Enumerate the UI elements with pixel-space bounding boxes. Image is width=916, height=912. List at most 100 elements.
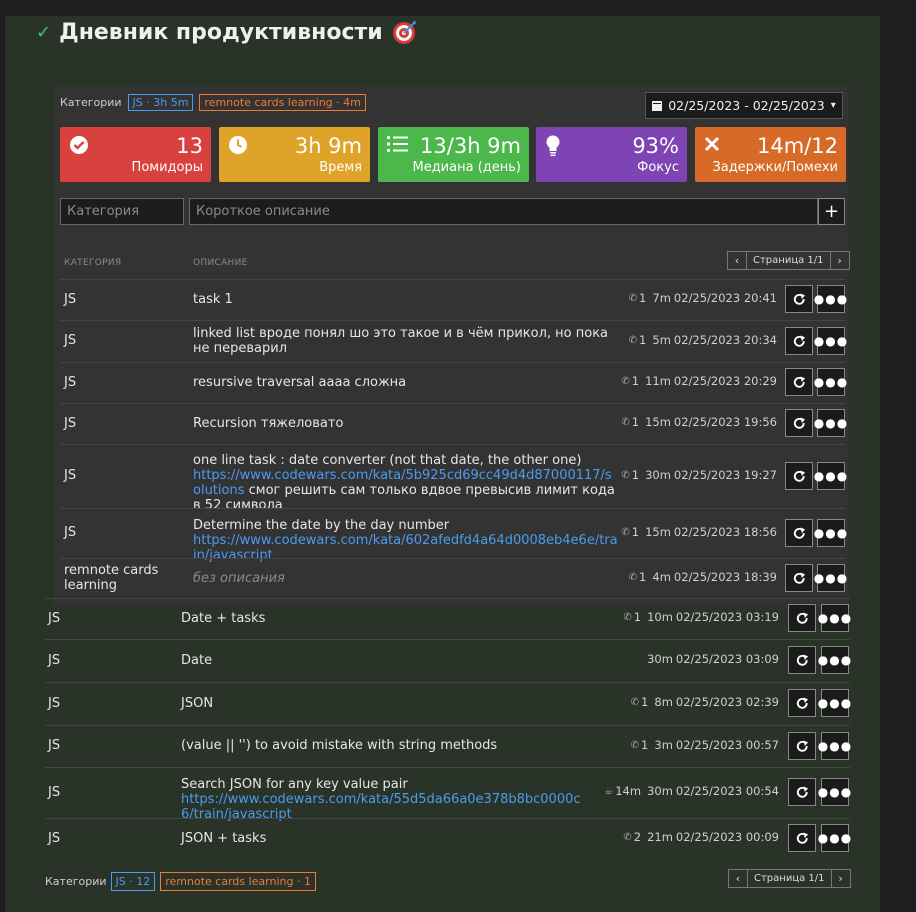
redo-icon <box>796 831 808 844</box>
entry-duration: 21m <box>647 830 673 844</box>
categories-label: Категории <box>60 96 122 109</box>
ellipsis-icon: ●●● <box>817 739 853 753</box>
date-range-picker[interactable]: 02/25/2023 - 02/25/2023 ▾ <box>645 92 843 119</box>
more-options-button[interactable]: ●●● <box>817 778 853 806</box>
ellipsis-icon: ●●● <box>813 526 849 540</box>
entry-duration: 5m <box>652 333 671 347</box>
ellipsis-icon: ●●● <box>817 831 853 845</box>
row-divider <box>60 279 845 280</box>
more-options-button[interactable]: ●●● <box>813 285 849 313</box>
entry-duration: 10m <box>647 610 673 624</box>
repeat-button[interactable] <box>785 519 813 547</box>
prev-page-button[interactable]: ‹ <box>727 251 747 270</box>
more-options-button[interactable]: ●●● <box>817 732 853 760</box>
prev-page-button[interactable]: ‹ <box>728 869 748 888</box>
ellipsis-icon: ●●● <box>813 416 849 430</box>
entry-category: JS <box>64 292 77 307</box>
more-options-button[interactable]: ●●● <box>813 409 849 437</box>
interruption-count: 1 <box>631 374 640 388</box>
stat-value: 93% <box>632 134 679 158</box>
repeat-button[interactable] <box>785 285 813 313</box>
ellipsis-icon: ●●● <box>813 292 849 306</box>
date-range-text: 02/25/2023 - 02/25/2023 <box>668 98 825 113</box>
interruption-count: 1 <box>639 570 647 584</box>
entry-description: Determine the date by the day number http… <box>193 518 618 563</box>
stat-value: 13/3h 9m <box>420 134 521 158</box>
entry-description: Recursion тяжеловато <box>193 416 618 431</box>
repeat-button[interactable] <box>788 778 816 806</box>
interruption-count: 1 <box>631 525 640 539</box>
entry-duration: 4m <box>652 570 671 584</box>
phone-icon: ✆ <box>621 416 630 428</box>
bottom-category-summary: Категории JS · 12 remnote cards learning… <box>45 872 316 891</box>
more-options-button[interactable]: ●●● <box>814 368 847 396</box>
redo-icon <box>793 334 805 347</box>
entry-category: JS <box>48 831 61 846</box>
category-badge-remnote[interactable]: remnote cards learning · 4m <box>199 94 366 111</box>
more-options-button[interactable]: ●●● <box>814 564 847 592</box>
check-icon: ✓ <box>36 21 52 43</box>
ellipsis-icon: ●●● <box>817 785 853 799</box>
category-input[interactable]: Категория <box>60 198 184 225</box>
more-options-button[interactable]: ●●● <box>813 327 849 355</box>
category-badge-js[interactable]: JS · 3h 5m <box>127 94 194 111</box>
stat-label: Время <box>319 160 362 175</box>
entry-meta: ☕ 14m 30m 02/25/2023 00:54 <box>604 784 779 798</box>
repeat-button[interactable] <box>785 462 813 490</box>
repeat-button[interactable] <box>788 824 816 852</box>
phone-icon: ✆ <box>621 526 630 538</box>
category-badge-js[interactable]: JS · 12 <box>110 872 156 891</box>
repeat-button[interactable] <box>788 732 816 760</box>
description-text: (value || '') to avoid mistake with stri… <box>181 738 498 753</box>
calendar-icon <box>652 100 663 111</box>
entry-date: 02/25/2023 00:57 <box>675 738 779 752</box>
add-entry-button[interactable]: + <box>818 198 845 225</box>
entry-description: linked list вроде понял шо это такое и в… <box>193 326 618 356</box>
stat-label: Помидоры <box>131 160 203 175</box>
entry-category: JS <box>48 738 61 753</box>
more-options-button[interactable]: ●●● <box>818 646 851 674</box>
table-row: JS Date + tasks ✆ 1 10m 02/25/2023 03:19 ●●● <box>45 598 851 638</box>
entry-description: без описания <box>193 571 618 586</box>
repeat-button[interactable] <box>788 646 816 674</box>
next-page-button[interactable]: › <box>829 251 850 270</box>
ellipsis-icon: ●●● <box>813 334 849 348</box>
entry-date: 02/25/2023 19:56 <box>673 415 777 429</box>
description-text: resursive traversal аааа сложна <box>193 375 407 390</box>
entry-meta: ✆ 1 5m 02/25/2023 20:34 <box>629 333 777 347</box>
more-options-button[interactable]: ●●● <box>818 604 851 632</box>
entry-description: Search JSON for any key value pair https:… <box>181 777 593 822</box>
entry-duration: 8m <box>654 695 673 709</box>
interruption-count: 1 <box>641 695 649 709</box>
more-options-button[interactable]: ●●● <box>817 689 853 717</box>
stat-label: Задержки/Помехи <box>712 160 838 175</box>
phone-icon: ✆ <box>630 696 640 708</box>
more-options-button[interactable]: ●●● <box>813 519 849 547</box>
entry-category: JS <box>64 333 77 348</box>
next-page-button[interactable]: › <box>830 869 851 888</box>
entry-category: JS <box>48 785 61 800</box>
category-badge-remnote[interactable]: remnote cards learning · 1 <box>160 872 316 891</box>
description-input[interactable]: Короткое описание <box>189 198 818 225</box>
repeat-button[interactable] <box>785 409 813 437</box>
repeat-button[interactable] <box>785 327 813 355</box>
repeat-button[interactable] <box>785 368 813 396</box>
pagination-top: ‹ Страница 1/1 › <box>727 251 850 270</box>
ellipsis-icon: ●●● <box>817 696 853 710</box>
row-divider <box>45 639 850 640</box>
entry-category: JS <box>64 525 77 540</box>
page-indicator: Страница 1/1 <box>747 251 830 270</box>
table-row: JS one line task : date converter (not th… <box>60 444 847 513</box>
repeat-button[interactable] <box>788 689 816 717</box>
description-text: Determine the date by the day number <box>193 518 450 533</box>
phone-icon: ✆ <box>623 831 632 843</box>
more-options-button[interactable]: ●●● <box>817 824 853 852</box>
repeat-button[interactable] <box>788 604 816 632</box>
chevron-down-icon: ▾ <box>830 100 836 111</box>
entry-description: one line task : date converter (not that… <box>193 453 618 513</box>
phone-icon: ✆ <box>628 292 638 304</box>
more-options-button[interactable]: ●●● <box>814 462 847 490</box>
column-header-description: ОПИСАНИЕ <box>193 258 248 268</box>
description-text: task 1 <box>193 292 233 307</box>
repeat-button[interactable] <box>785 564 813 592</box>
